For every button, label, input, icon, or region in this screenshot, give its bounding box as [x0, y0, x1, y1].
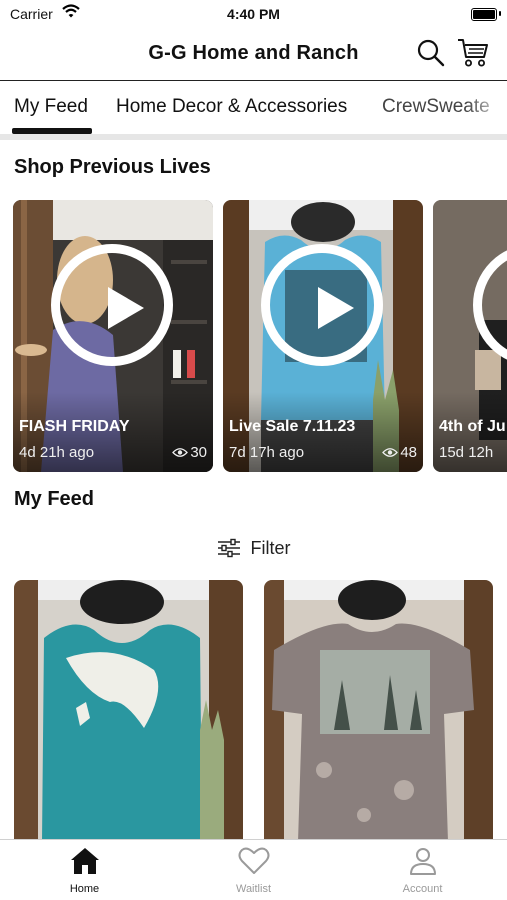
- tabs-fade: [467, 82, 507, 134]
- status-time: 4:40 PM: [227, 6, 280, 22]
- live-age: 7d 17h ago: [229, 444, 305, 461]
- home-icon: [70, 848, 99, 874]
- live-card[interactable]: Live Sale 7.11.23 7d 17h ago 48: [223, 200, 423, 472]
- play-icon: [51, 244, 173, 366]
- live-card[interactable]: 4th of Ju 15d 12h: [433, 200, 507, 472]
- product-card[interactable]: [14, 580, 243, 842]
- live-age: 4d 21h ago: [19, 444, 95, 461]
- filter-icon: [217, 538, 240, 558]
- bottom-tab-account[interactable]: Account: [338, 846, 507, 895]
- app-header: G-G Home and Ranch: [0, 28, 507, 81]
- eye-icon: [382, 448, 399, 457]
- tab-home-decor[interactable]: Home Decor & Accessories: [116, 96, 347, 118]
- product-card[interactable]: [264, 580, 493, 842]
- product-image: [14, 580, 243, 842]
- search-button[interactable]: [416, 38, 446, 68]
- live-age: 15d 12h: [439, 444, 494, 461]
- play-icon: [261, 244, 383, 366]
- cart-icon: [458, 39, 488, 67]
- bottom-tab-label: Account: [402, 883, 443, 895]
- live-views: 48: [382, 444, 417, 461]
- status-bar: Carrier 4:40 PM: [0, 0, 507, 28]
- live-views: 30: [172, 444, 207, 461]
- tabs-divider: [0, 134, 507, 140]
- heart-icon: [238, 847, 269, 874]
- bottom-tab-label: Home: [69, 883, 100, 895]
- battery-icon: [471, 8, 497, 21]
- bottom-tab-label: Waitlist: [235, 883, 272, 895]
- category-tabs: My Feed Home Decor & Accessories CrewSwe…: [0, 82, 507, 134]
- live-name: 4th of Ju: [439, 418, 506, 435]
- filter-button[interactable]: Filter: [0, 534, 507, 562]
- eye-icon: [172, 448, 189, 457]
- bottom-tab-waitlist[interactable]: Waitlist: [169, 846, 338, 895]
- product-image: [264, 580, 493, 842]
- battery-tip: [499, 11, 501, 16]
- search-icon: [417, 39, 445, 67]
- filter-label: Filter: [250, 537, 291, 558]
- live-card[interactable]: FIASH FRIDAY 4d 21h ago 30: [13, 200, 213, 472]
- view-count: 30: [190, 444, 207, 461]
- bottom-tab-home[interactable]: Home: [0, 846, 169, 895]
- previous-lives-title: Shop Previous Lives: [14, 156, 211, 178]
- cart-button[interactable]: [456, 36, 490, 68]
- view-count: 48: [400, 444, 417, 461]
- tab-my-feed[interactable]: My Feed: [14, 96, 88, 118]
- live-name: FIASH FRIDAY: [19, 418, 130, 435]
- person-icon: [409, 848, 436, 875]
- bottom-tab-bar: Home Waitlist Account: [0, 839, 507, 900]
- feed-title: My Feed: [14, 488, 95, 510]
- live-name: Live Sale 7.11.23: [229, 418, 356, 435]
